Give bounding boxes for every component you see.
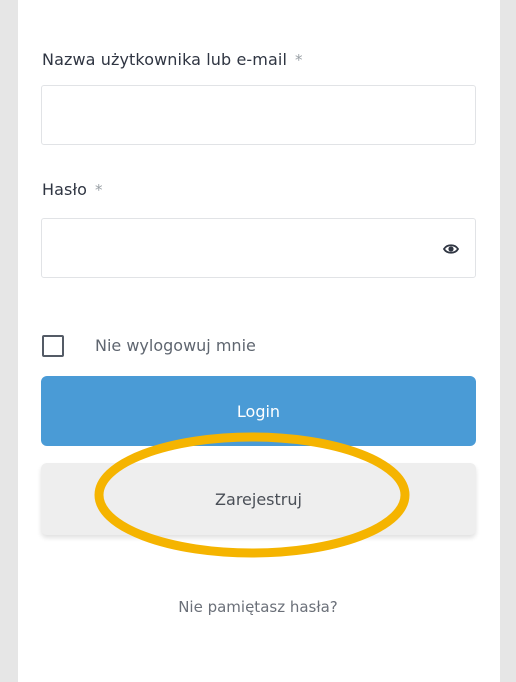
password-label: Hasło [42,180,88,199]
eye-icon[interactable] [443,241,459,257]
remember-label[interactable]: Nie wylogowuj mnie [95,336,256,355]
login-button-label: Login [236,401,281,421]
remember-checkbox[interactable] [42,335,64,357]
password-label-row: Hasło * [42,180,103,199]
username-required-mark: * [295,51,303,69]
login-button[interactable]: Login [41,376,476,446]
forgot-password-link[interactable]: Nie pamiętasz hasła? [0,598,516,616]
password-required-mark: * [95,181,103,199]
register-button[interactable]: Zarejestruj [41,463,476,535]
register-button-label: Zarejestruj [215,489,302,509]
username-label: Nazwa użytkownika lub e-mail [42,50,287,69]
username-label-row: Nazwa użytkownika lub e-mail * [42,50,303,69]
password-field[interactable] [41,218,476,278]
username-input[interactable] [41,85,476,145]
